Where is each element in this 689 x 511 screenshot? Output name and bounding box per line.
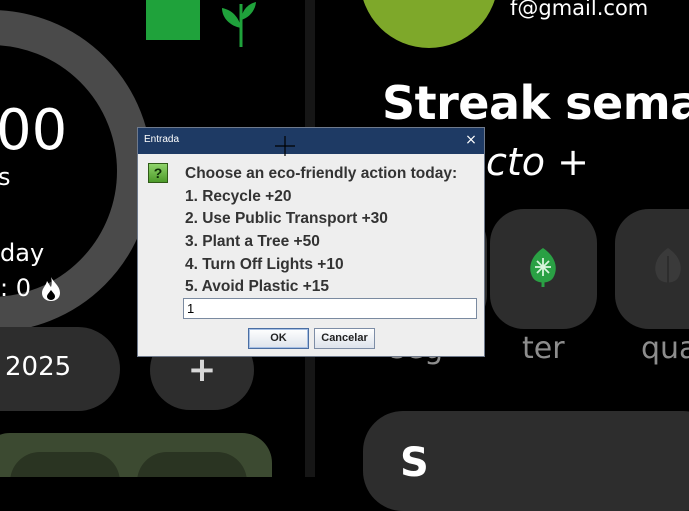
action-input[interactable] bbox=[183, 298, 477, 319]
points-value: 00 bbox=[0, 98, 68, 163]
date-text: 2025 bbox=[5, 352, 72, 382]
day-label-ter: ter bbox=[522, 331, 565, 366]
leaf-snowflake-icon bbox=[530, 248, 556, 287]
close-icon[interactable]: × bbox=[462, 131, 480, 149]
points-unit: s bbox=[0, 163, 11, 191]
crosshair-cursor-icon bbox=[275, 136, 295, 156]
user-email: f@gmail.com bbox=[510, 0, 649, 20]
ok-button[interactable]: OK bbox=[248, 328, 309, 349]
streak-subtitle: cto + bbox=[486, 140, 589, 184]
dialog-title: Entrada bbox=[144, 134, 180, 145]
message-line: Choose an eco-friendly action today: bbox=[185, 165, 458, 182]
cancel-button[interactable]: Cancelar bbox=[314, 328, 375, 349]
day-label-qua: qua bbox=[641, 331, 689, 366]
message-line: 1. Recycle +20 bbox=[185, 187, 292, 205]
message-line: 4. Turn Off Lights +10 bbox=[185, 255, 344, 273]
input-dialog: Entrada × ? Choose an eco-friendly actio… bbox=[137, 127, 485, 357]
sprout-icon bbox=[222, 2, 256, 47]
message-line: 2. Use Public Transport +30 bbox=[185, 210, 388, 228]
dialog-message: Choose an eco-friendly action today: 1. … bbox=[185, 163, 457, 299]
streak-title: Streak sema bbox=[382, 76, 689, 130]
bottom-card-title: S bbox=[400, 440, 429, 486]
leaf-icon bbox=[655, 248, 681, 287]
message-line: 3. Plant a Tree +50 bbox=[185, 233, 320, 251]
streak-day-label: day bbox=[0, 239, 45, 267]
avatar[interactable] bbox=[360, 0, 498, 48]
question-icon: ? bbox=[148, 163, 168, 183]
streak-day-value: : 0 bbox=[0, 274, 31, 302]
dialog-titlebar[interactable]: Entrada × bbox=[138, 128, 484, 154]
action-slot[interactable] bbox=[137, 452, 247, 477]
action-slot[interactable] bbox=[10, 452, 120, 477]
flame-icon bbox=[42, 277, 60, 301]
message-line: 5. Avoid Plastic +15 bbox=[185, 278, 330, 296]
green-badge bbox=[146, 0, 200, 40]
